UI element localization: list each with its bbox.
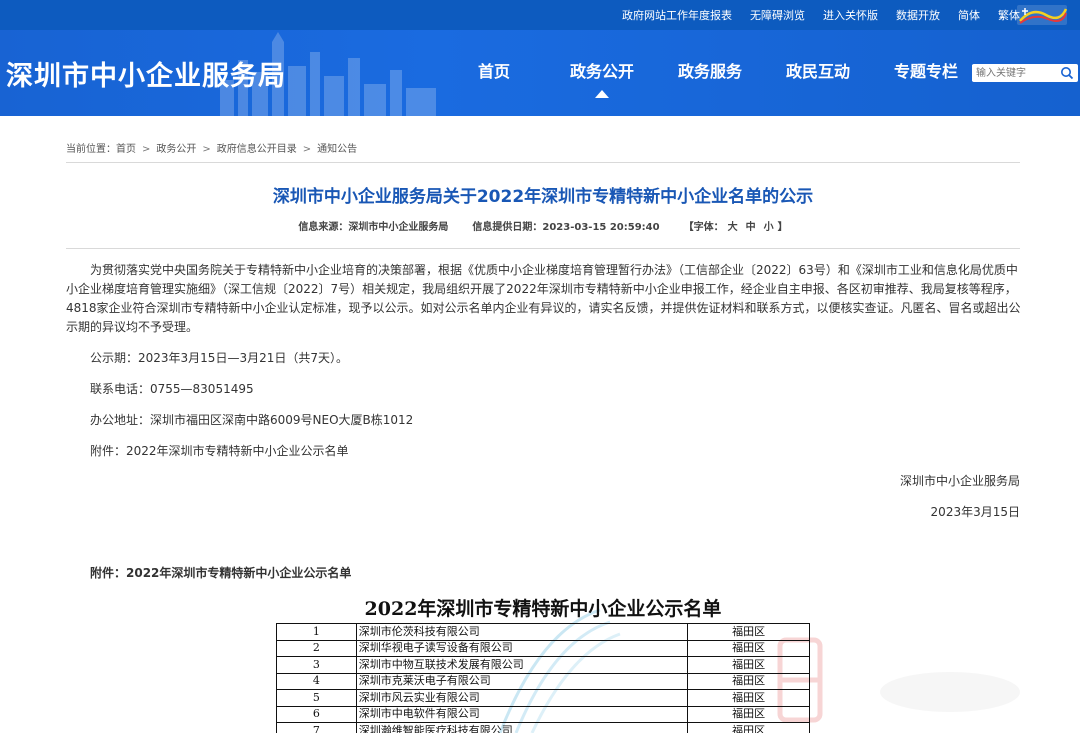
enterprise-name: 深圳瀚维智能医疗科技有限公司 <box>355 722 689 733</box>
enterprise-name: 深圳市风云实业有限公司 <box>355 689 689 707</box>
search-input[interactable] <box>972 65 1056 81</box>
table-row: 1 深圳市伦茨科技有限公司 福田区 <box>276 623 810 641</box>
site-title[interactable]: 深圳市中小企业服务局 <box>6 54 286 93</box>
table-row: 2 深圳华视电子读写设备有限公司 福田区 <box>276 639 810 657</box>
office-address: 办公地址：深圳市福田区深南中路6009号NEO大厦B栋1012 <box>90 413 414 427</box>
nav-item-public-interaction[interactable]: 政民互动 <box>764 30 872 116</box>
enterprise-name: 深圳市中电软件有限公司 <box>355 705 689 723</box>
district: 福田区 <box>687 656 810 674</box>
breadcrumb-separator: > <box>202 144 211 155</box>
active-indicator-icon <box>595 90 609 98</box>
government-portal-logo[interactable] <box>1016 3 1068 27</box>
nav-item-special-topics[interactable]: 专题专栏 <box>872 30 980 116</box>
nav-item-label: 政务服务 <box>677 62 742 81</box>
accessibility-link[interactable]: 无障碍浏览 <box>750 7 805 23</box>
table-row: 3 深圳市中物互联技术发展有限公司 福田区 <box>276 656 810 674</box>
row-number: 2 <box>276 639 357 657</box>
district: 福田区 <box>687 623 810 641</box>
font-size-small-button[interactable]: 小 <box>764 222 774 233</box>
publicity-period: 公示期：2023年3月15日—3月21日（共7天）。 <box>90 351 348 365</box>
nav-item-label: 专题专栏 <box>893 62 958 81</box>
contact-phone: 联系电话：0755—83051495 <box>90 382 254 396</box>
article-title: 深圳市中小企业服务局关于2022年深圳市专精特新中小企业名单的公示 <box>272 187 814 207</box>
breadcrumb-home[interactable]: 首页 <box>116 144 136 155</box>
nav-item-label: 政民互动 <box>785 62 850 81</box>
simplified-chinese-link[interactable]: 简体 <box>958 7 980 23</box>
row-number: 6 <box>276 705 357 723</box>
open-data-link[interactable]: 数据开放 <box>896 7 940 23</box>
breadcrumb-government-affairs[interactable]: 政务公开 <box>156 144 196 155</box>
nav-item-label: 政务公开 <box>569 62 634 81</box>
font-size-suffix: 】 <box>777 222 788 233</box>
district: 福田区 <box>687 639 810 657</box>
elderly-mode-link[interactable]: 进入关怀版 <box>823 7 878 23</box>
top-utility-bar: 政府网站工作年度报表 无障碍浏览 进入关怀版 数据开放 简体 繁体 <box>0 0 1080 30</box>
font-size-switcher: 【字体： 大中小】 <box>684 222 788 233</box>
breadcrumb-separator: > <box>302 144 312 155</box>
nav-item-government-affairs-disclosure[interactable]: 政务公开 <box>548 30 656 116</box>
font-size-prefix: 【字体： <box>683 222 724 233</box>
district: 福田区 <box>687 705 810 723</box>
article-body-paragraph: 为贯彻落实党中央国务院关于专精特新中小企业培育的决策部署，根据《优质中小企业梯度… <box>66 263 1021 334</box>
nav-item-label: 首页 <box>477 62 510 81</box>
article-meta: 信息来源：深圳市中小企业服务局 信息提供日期：2023-03-15 20:59:4… <box>66 218 1020 233</box>
enterprise-name: 深圳市中物互联技术发展有限公司 <box>355 656 689 674</box>
main-nav: 首页 政务公开 政务服务 政民互动 专题专栏 <box>440 30 980 116</box>
attachment-heading: 附件：2022年深圳市专精特新中小企业公示名单 <box>90 566 352 580</box>
row-number: 1 <box>276 623 357 641</box>
font-size-medium-button[interactable]: 中 <box>746 222 756 233</box>
document-title: 2022年深圳市专精特新中小企业公示名单 <box>364 598 722 620</box>
table-row: 6 深圳市中电软件有限公司 福田区 <box>276 705 810 723</box>
breadcrumb-separator: > <box>142 144 151 155</box>
enterprise-name: 深圳市克莱沃电子有限公司 <box>355 672 689 690</box>
info-source: 信息来源：深圳市中小企业服务局 <box>298 222 449 233</box>
divider <box>66 162 1020 163</box>
breadcrumb-notices[interactable]: 通知公告 <box>317 144 357 155</box>
district: 福田区 <box>687 672 810 690</box>
search-icon[interactable] <box>1060 66 1074 80</box>
row-number: 5 <box>276 689 357 707</box>
info-date: 信息提供日期：2023-03-15 20:59:40 <box>472 222 660 233</box>
top-links: 政府网站工作年度报表 无障碍浏览 进入关怀版 数据开放 简体 繁体 <box>604 0 1020 30</box>
breadcrumb-info-catalog[interactable]: 政府信息公开目录 <box>217 144 297 155</box>
divider <box>66 248 1020 249</box>
table-row: 7 深圳瀚维智能医疗科技有限公司 福田区 <box>276 722 810 733</box>
signature-date: 2023年3月15日 <box>930 505 1020 519</box>
signature: 深圳市中小企业服务局 <box>899 474 1020 488</box>
table-row: 4 深圳市克莱沃电子有限公司 福田区 <box>276 672 810 690</box>
font-size-large-button[interactable]: 大 <box>728 222 738 233</box>
nav-item-government-services[interactable]: 政务服务 <box>656 30 764 116</box>
breadcrumb-prefix: 当前位置： <box>66 144 116 155</box>
breadcrumb: 当前位置：首页 > 政务公开 > 政府信息公开目录 > 通知公告 <box>66 140 357 155</box>
annual-report-link[interactable]: 政府网站工作年度报表 <box>622 7 732 23</box>
row-number: 4 <box>276 672 357 690</box>
enterprise-name: 深圳华视电子读写设备有限公司 <box>355 639 689 657</box>
site-header: 深圳市中小企业服务局 首页 政务公开 政务服务 政民互动 专题专栏 <box>0 30 1080 116</box>
enterprise-list-table: 1 深圳市伦茨科技有限公司 福田区 2 深圳华视电子读写设备有限公司 福田区 3 深圳市中… <box>276 623 810 733</box>
enterprise-name: 深圳市伦茨科技有限公司 <box>355 623 689 641</box>
row-number: 7 <box>276 722 357 733</box>
table-row: 5 深圳市风云实业有限公司 福田区 <box>276 689 810 707</box>
district: 福田区 <box>687 722 810 733</box>
row-number: 3 <box>276 656 357 674</box>
attachment-link[interactable]: 附件：2022年深圳市专精特新中小企业公示名单 <box>90 442 349 459</box>
district: 福田区 <box>687 689 810 707</box>
nav-item-home[interactable]: 首页 <box>440 30 548 116</box>
search-box <box>972 64 1078 82</box>
